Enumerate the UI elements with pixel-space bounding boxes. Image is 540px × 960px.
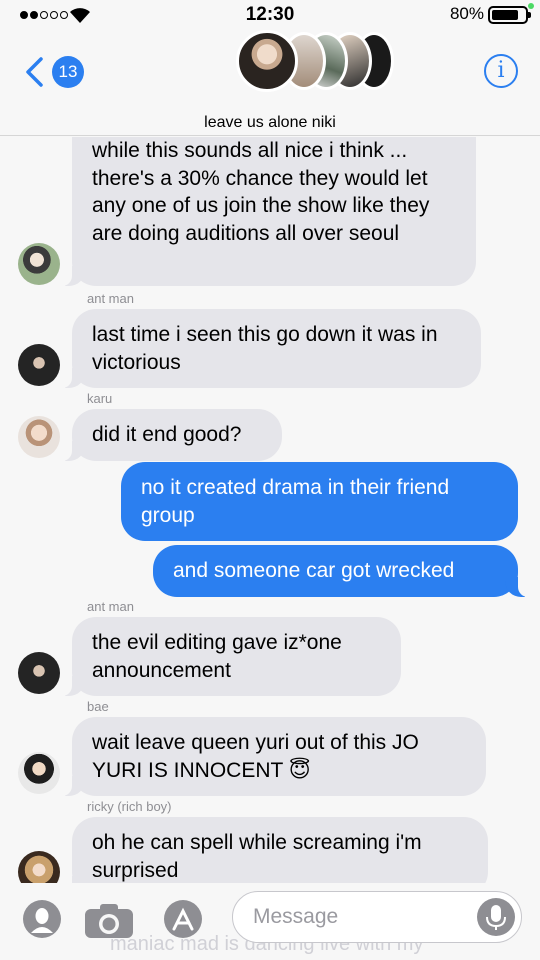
sender-name: ant man <box>87 599 134 614</box>
avatar <box>18 752 60 794</box>
message-input-field[interactable] <box>232 891 522 943</box>
message-composer: maniac mad is dancing live with my <box>0 883 540 960</box>
avatar <box>18 851 60 883</box>
message-list[interactable]: while this sounds all nice i think ... t… <box>0 137 540 883</box>
battery-icon <box>488 6 531 24</box>
message-text: wait leave queen yuri out of this JO YUR… <box>92 731 419 782</box>
message-bubble[interactable]: wait leave queen yuri out of this JO YUR… <box>58 717 486 796</box>
avatar <box>18 243 60 285</box>
message-bubble[interactable]: did it end good? <box>58 409 282 461</box>
microphone-button[interactable] <box>477 898 515 936</box>
chevron-left-icon <box>26 57 43 87</box>
sender-name: ricky (rich boy) <box>87 799 172 814</box>
message-text: last time i seen this go down it was in … <box>92 323 438 374</box>
group-avatars[interactable] <box>236 30 396 92</box>
message-text: oh he can spell while screaming i'm surp… <box>92 831 422 882</box>
sender-name: bae <box>87 699 109 714</box>
avatar <box>18 652 60 694</box>
message-text: and someone car got wrecked <box>173 559 455 582</box>
message-bubble[interactable]: and someone car got wrecked <box>153 545 532 597</box>
message-bubble[interactable]: while this sounds all nice i think ... t… <box>58 137 476 286</box>
message-bubble[interactable]: no it created drama in their friend grou… <box>121 462 518 541</box>
message-bubble[interactable]: last time i seen this go down it was in … <box>58 309 481 388</box>
memoji-icon[interactable] <box>22 899 62 939</box>
status-bar: 12:30 80% <box>0 0 540 30</box>
microphone-icon <box>486 905 506 930</box>
app-store-icon[interactable] <box>160 899 206 939</box>
info-button[interactable]: i <box>484 54 518 88</box>
conversation-header: 13 i leave us alone niki <box>0 30 540 136</box>
message-text: the evil editing gave iz*one announcemen… <box>92 631 342 682</box>
message-bubble[interactable]: oh he can spell while screaming i'm surp… <box>58 817 488 883</box>
sender-name: ant man <box>87 291 134 306</box>
avatar <box>18 416 60 458</box>
message-text: while this sounds all nice i think ... t… <box>92 139 430 245</box>
group-name[interactable]: leave us alone niki <box>0 114 540 132</box>
battery-percent: 80% <box>449 4 484 23</box>
charging-indicator <box>528 3 534 9</box>
message-text: did it end good? <box>92 423 242 446</box>
unread-count-badge: 13 <box>52 56 84 88</box>
message-text: no it created drama in their friend grou… <box>141 476 450 527</box>
avatar <box>236 30 298 92</box>
message-bubble[interactable]: the evil editing gave iz*one announcemen… <box>58 617 401 696</box>
info-icon: i <box>497 58 505 83</box>
sender-name: karu <box>87 391 113 406</box>
back-button[interactable]: 13 <box>24 52 94 92</box>
message-input[interactable] <box>253 902 473 932</box>
camera-icon[interactable] <box>84 903 134 939</box>
avatar <box>18 344 60 386</box>
